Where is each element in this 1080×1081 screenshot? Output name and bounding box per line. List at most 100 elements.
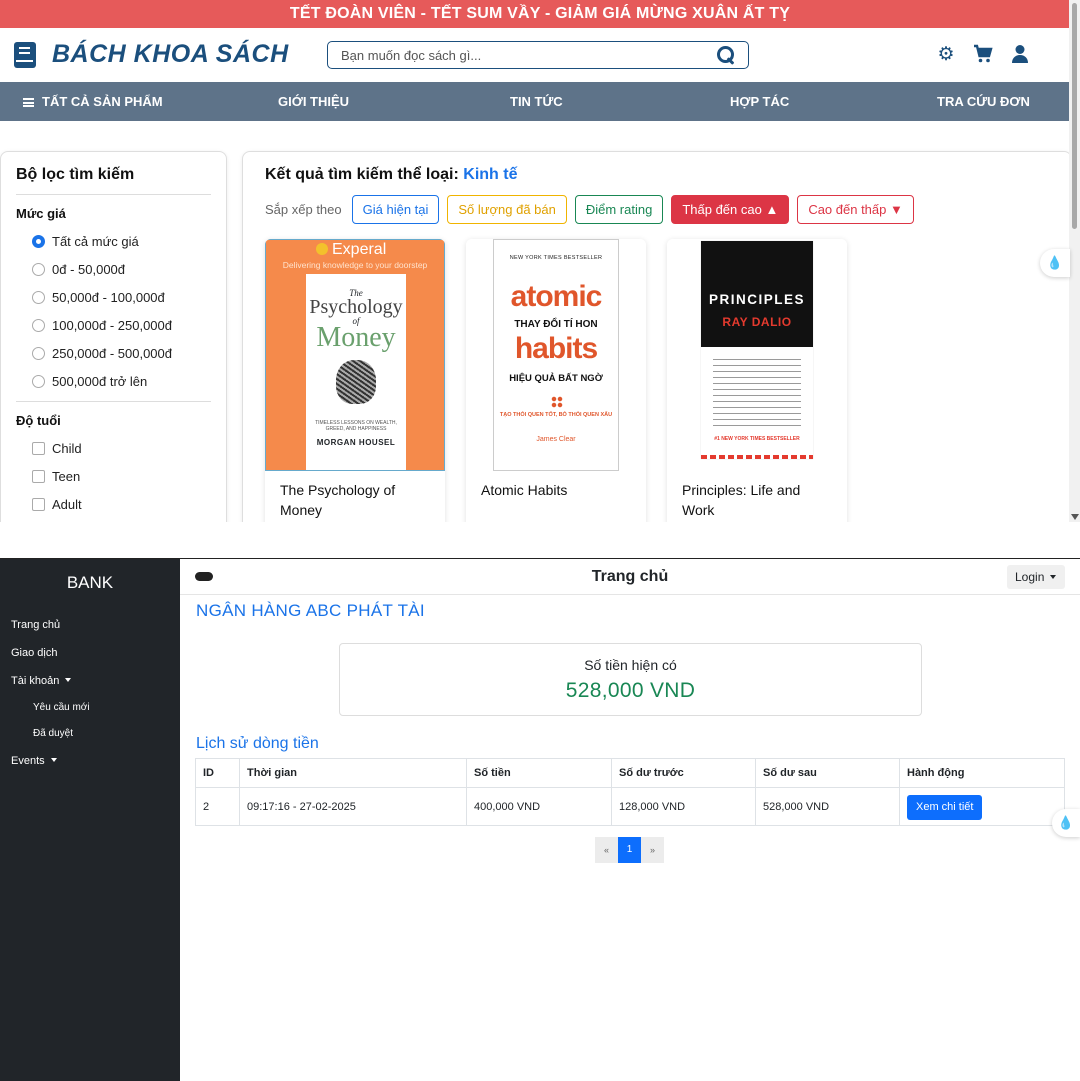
results-panel: Kết quả tìm kiếm thể loại: Kinh tế Sắp x…	[242, 151, 1072, 522]
cell-balance-before: 128,000 VND	[611, 787, 756, 826]
nav-all-products-label: TẤT CẢ SẢN PHẨM	[42, 94, 163, 109]
sort-descending-button[interactable]: Cao đến thấp ▼	[797, 195, 914, 224]
login-dropdown[interactable]: Login	[1007, 565, 1065, 589]
book-title[interactable]: The Psychology of Money	[265, 471, 445, 522]
sort-rating-button[interactable]: Điểm rating	[574, 195, 664, 224]
caret-down-icon	[50, 758, 57, 762]
checkbox[interactable]	[32, 441, 45, 455]
droplet-icon: 💧	[1057, 815, 1075, 830]
cover-author: MORGAN HOUSEL	[316, 438, 396, 447]
sidebar-item-transactions[interactable]: Giao dịch	[0, 639, 180, 667]
bookstore-window: TẾT ĐOÀN VIÊN - TẾT SUM VẦY - GIẢM GIÁ M…	[0, 0, 1080, 522]
sort-sold-button[interactable]: Số lượng đã bán	[447, 195, 567, 224]
cover-badge: NEW YORK TIMES BESTSELLER	[509, 255, 603, 261]
cover-text: PRINCIPLES	[708, 292, 805, 307]
history-title: Lịch sử dòng tiền	[196, 735, 319, 752]
nav-about[interactable]: GIỚI THIỆU	[278, 94, 349, 109]
promo-banner: TẾT ĐOÀN VIÊN - TẾT SUM VẦY - GIẢM GIÁ M…	[0, 0, 1080, 28]
page-scrollbar[interactable]	[1069, 0, 1080, 522]
price-option-label: Tất cả mức giá	[52, 233, 139, 249]
radio[interactable]	[32, 290, 45, 304]
price-option[interactable]: 0đ - 50,000đ	[16, 255, 211, 283]
search-icon[interactable]	[716, 45, 736, 65]
cover-author: James Clear	[536, 436, 576, 443]
age-option[interactable]: Adult	[16, 490, 211, 518]
search-box	[327, 41, 749, 69]
price-option-label: 50,000đ - 100,000đ	[52, 289, 165, 305]
pagination-page[interactable]: 1	[618, 837, 641, 863]
book-title[interactable]: Principles: Life and Work	[667, 471, 847, 522]
store-logo[interactable]: BÁCH KHOA SÁCH	[14, 40, 289, 69]
cell-action: Xem chi tiết	[899, 787, 1065, 826]
book-cover[interactable]: PRINCIPLES RAY DALIO #1 NEW YORK TIMES B…	[667, 239, 847, 471]
book-title[interactable]: Atomic Habits	[466, 471, 646, 509]
price-option-label: 500,000đ trở lên	[52, 373, 148, 389]
sidebar-subitem-approved[interactable]: Đã duyệt	[0, 721, 180, 747]
price-option[interactable]: Tất cả mức giá	[16, 227, 211, 255]
sort-ascending-button[interactable]: Thấp đến cao ▲	[671, 195, 790, 224]
book-card[interactable]: PRINCIPLES RAY DALIO #1 NEW YORK TIMES B…	[667, 239, 847, 522]
radio[interactable]	[32, 374, 45, 388]
scrollbar-thumb[interactable]	[1072, 3, 1077, 229]
bank-brand[interactable]: BANK	[0, 559, 180, 611]
gear-icon[interactable]: ⚙	[936, 44, 956, 66]
sidebar-item-home[interactable]: Trang chủ	[0, 611, 180, 639]
book-icon	[14, 41, 36, 68]
age-option[interactable]: Child	[16, 434, 211, 462]
droplet-icon: 💧	[1046, 255, 1064, 270]
sort-label: Sắp xếp theo	[265, 202, 342, 217]
nav-all-products[interactable]: TẤT CẢ SẢN PHẨM	[23, 94, 163, 109]
cover-stripe	[701, 455, 813, 459]
column-header: Thời gian	[239, 758, 467, 788]
sort-price-button[interactable]: Giá hiện tại	[351, 195, 440, 224]
cover-text: atomic	[510, 280, 603, 313]
user-icon[interactable]	[1010, 44, 1030, 66]
radio[interactable]	[32, 318, 45, 332]
sidebar-item-events[interactable]: Events	[0, 747, 180, 775]
brand-icon	[316, 243, 328, 255]
age-option-label: Teen	[52, 468, 81, 484]
age-option[interactable]: Teen	[16, 462, 211, 490]
table-row: 2 09:17:16 - 27-02-2025 400,000 VND 128,…	[195, 787, 1065, 826]
pagination-prev[interactable]: «	[595, 837, 618, 863]
age-option-label: Adult	[52, 496, 82, 512]
cover-text: THAY ĐỔI TÍ HON	[514, 319, 598, 330]
book-grid: Experal Delivering knowledge to your doo…	[265, 239, 1049, 522]
search-input[interactable]	[341, 47, 716, 63]
cover-text: Money	[316, 322, 396, 353]
checkbox[interactable]	[32, 469, 45, 483]
divider	[16, 401, 211, 402]
book-cover[interactable]: NEW YORK TIMES BESTSELLER atomic THAY ĐỔ…	[466, 239, 646, 471]
sidebar-subitem-new-request[interactable]: Yêu cầu mới	[0, 695, 180, 721]
checkbox[interactable]	[32, 497, 45, 511]
balance-card: Số tiền hiện có 528,000 VND	[339, 643, 922, 716]
cart-icon[interactable]	[973, 44, 993, 66]
cover-brand: Experal	[332, 241, 387, 258]
book-card[interactable]: NEW YORK TIMES BESTSELLER atomic THAY ĐỔ…	[466, 239, 646, 522]
pagination-next[interactable]: »	[641, 837, 664, 863]
book-card[interactable]: Experal Delivering knowledge to your doo…	[265, 239, 445, 522]
floating-assistant-button[interactable]: 💧	[1052, 809, 1080, 837]
view-detail-button[interactable]: Xem chi tiết	[907, 794, 983, 820]
sort-bar: Sắp xếp theo Giá hiện tại Số lượng đã bá…	[265, 195, 1049, 224]
price-option[interactable]: 250,000đ - 500,000đ	[16, 339, 211, 367]
nav-news[interactable]: TIN TỨC	[510, 94, 563, 109]
radio[interactable]	[32, 346, 45, 360]
radio-selected[interactable]	[32, 234, 45, 248]
nav-partnership[interactable]: HỢP TÁC	[730, 94, 789, 109]
scroll-down-arrow[interactable]	[1071, 514, 1079, 520]
sidebar-item-account[interactable]: Tài khoản	[0, 667, 180, 695]
radio[interactable]	[32, 262, 45, 276]
cover-subtitle: TIMELESS LESSONS ON WEALTH, GREED, AND H…	[315, 420, 397, 432]
login-label: Login	[1015, 570, 1045, 584]
price-option[interactable]: 500,000đ trở lên	[16, 367, 211, 395]
book-cover[interactable]: Experal Delivering knowledge to your doo…	[265, 239, 445, 471]
price-option[interactable]: 100,000đ - 250,000đ	[16, 311, 211, 339]
price-option[interactable]: 50,000đ - 100,000đ	[16, 283, 211, 311]
nav-order-lookup[interactable]: TRA CỨU ĐƠN	[937, 94, 1030, 109]
results-title: Kết quả tìm kiếm thể loại: Kinh tế	[265, 166, 1049, 184]
cover-principles: PRINCIPLES RAY DALIO #1 NEW YORK TIMES B…	[701, 241, 813, 459]
floating-assistant-button[interactable]: 💧	[1040, 249, 1070, 277]
main-nav: TẤT CẢ SẢN PHẨM GIỚI THIỆU TIN TỨC HỢP T…	[0, 82, 1080, 121]
cell-time: 09:17:16 - 27-02-2025	[239, 787, 467, 826]
